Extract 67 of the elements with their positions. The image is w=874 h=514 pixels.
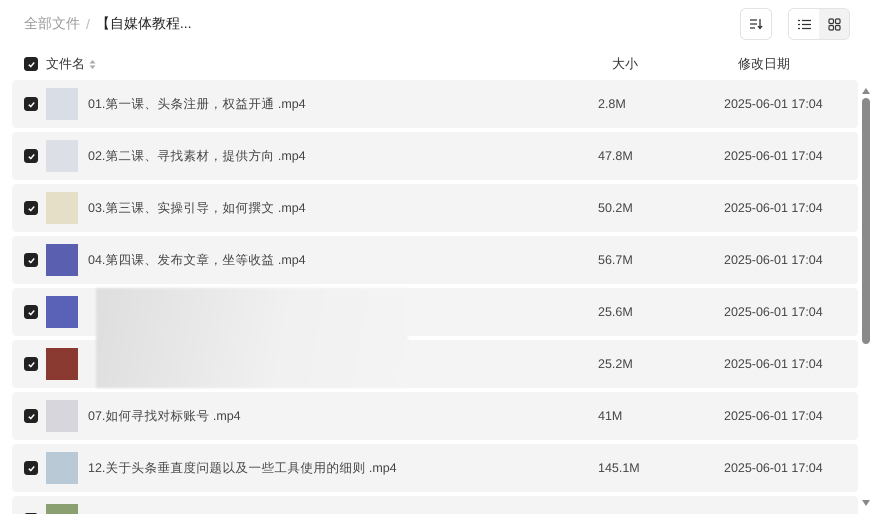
select-all-checkbox[interactable] <box>24 57 38 71</box>
file-size: 47.8M <box>598 149 633 163</box>
modified-date: 2025-06-01 17:04 <box>724 305 823 319</box>
column-header: 大小 <box>612 56 638 71</box>
modified-date: 2025-06-01 17:04 <box>724 149 823 163</box>
file-row[interactable]: 12.关于头条垂直度问题以及一些工具使用的细则 .mp4 145.1M 2025-06-01 17:04 <box>12 444 858 492</box>
sort-icon <box>749 18 763 30</box>
modified-date: 2025-06-01 17:04 <box>724 97 823 111</box>
modified-date: 2025-06-01 17:04 <box>724 461 823 475</box>
modified-date: 2025-06-01 17:04 <box>724 357 823 371</box>
file-name: 07.如何寻找对标账号 .mp4 <box>88 408 241 422</box>
video-thumbnail <box>46 192 78 224</box>
file-size: 41M <box>598 409 622 423</box>
file-size: 25.6M <box>598 305 633 319</box>
column-header[interactable]: 文件名 <box>46 55 85 73</box>
breadcrumb-item[interactable]: 【自媒体教程... <box>96 15 192 33</box>
check-icon <box>26 308 36 316</box>
file-size: 56.7M <box>598 253 633 267</box>
video-thumbnail <box>46 296 78 328</box>
grid-icon <box>828 18 840 30</box>
check-icon <box>26 152 36 160</box>
file-size: 2.8M <box>598 97 626 111</box>
check-icon <box>26 204 36 212</box>
file-row[interactable]: 02.第二课、寻找素材，提供方向 .mp4 47.8M 2025-06-01 17:04 <box>12 132 858 180</box>
grid-view-button[interactable] <box>819 9 849 39</box>
video-thumbnail <box>46 452 78 484</box>
row-checkbox[interactable] <box>24 253 38 267</box>
row-checkbox[interactable] <box>24 461 38 475</box>
check-icon <box>26 464 36 472</box>
video-thumbnail <box>46 140 78 172</box>
file-row[interactable]: 04.第四课、发布文章，坐等收益 .mp4 56.7M 2025-06-01 17:04 <box>12 236 858 284</box>
file-row[interactable]: 07.如何寻找对标账号 .mp4 41M 2025-06-01 17:04 <box>12 392 858 440</box>
video-thumbnail <box>46 88 78 120</box>
video-thumbnail <box>46 348 78 380</box>
row-checkbox[interactable] <box>24 201 38 215</box>
check-icon <box>26 100 36 108</box>
file-name: 01.第一课、头条注册，权益开通 .mp4 <box>88 96 306 110</box>
video-thumbnail <box>46 400 78 432</box>
check-icon <box>26 60 36 68</box>
modified-date: 2025-06-01 17:04 <box>724 253 823 267</box>
file-size: 50.2M <box>598 201 633 215</box>
row-checkbox[interactable] <box>24 305 38 319</box>
scroll-up-icon[interactable] <box>862 88 870 94</box>
check-icon <box>26 412 36 420</box>
check-icon <box>26 256 36 264</box>
video-thumbnail <box>46 244 78 276</box>
column-header: 修改日期 <box>738 56 790 71</box>
row-checkbox[interactable] <box>24 97 38 111</box>
scrollbar-thumb[interactable] <box>862 98 870 344</box>
file-name: 12.关于头条垂直度问题以及一些工具使用的细则 .mp4 <box>88 460 397 474</box>
check-icon <box>26 360 36 368</box>
file-size: 25.2M <box>598 357 633 371</box>
modified-date: 2025-06-01 17:04 <box>724 409 823 423</box>
breadcrumb-separator: / <box>86 16 90 32</box>
row-checkbox[interactable] <box>24 409 38 423</box>
file-row[interactable]: 03.第三课、实操引导，如何撰文 .mp4 50.2M 2025-06-01 17:04 <box>12 184 858 232</box>
modified-date: 2025-06-01 17:04 <box>724 201 823 215</box>
row-checkbox[interactable] <box>24 357 38 371</box>
row-checkbox[interactable] <box>24 149 38 163</box>
file-name: 03.第三课、实操引导，如何撰文 .mp4 <box>88 200 306 214</box>
list-icon <box>798 18 810 30</box>
file-name: 04.第四课、发布文章，坐等收益 .mp4 <box>88 252 306 266</box>
file-row[interactable]: 01.第一课、头条注册，权益开通 .mp4 2.8M 2025-06-01 17:04 <box>12 80 858 128</box>
file-size: 145.1M <box>598 461 640 475</box>
file-name: 02.第二课、寻找素材，提供方向 .mp4 <box>88 148 306 162</box>
sort-button[interactable] <box>740 8 772 40</box>
scroll-down-icon[interactable] <box>862 500 870 506</box>
